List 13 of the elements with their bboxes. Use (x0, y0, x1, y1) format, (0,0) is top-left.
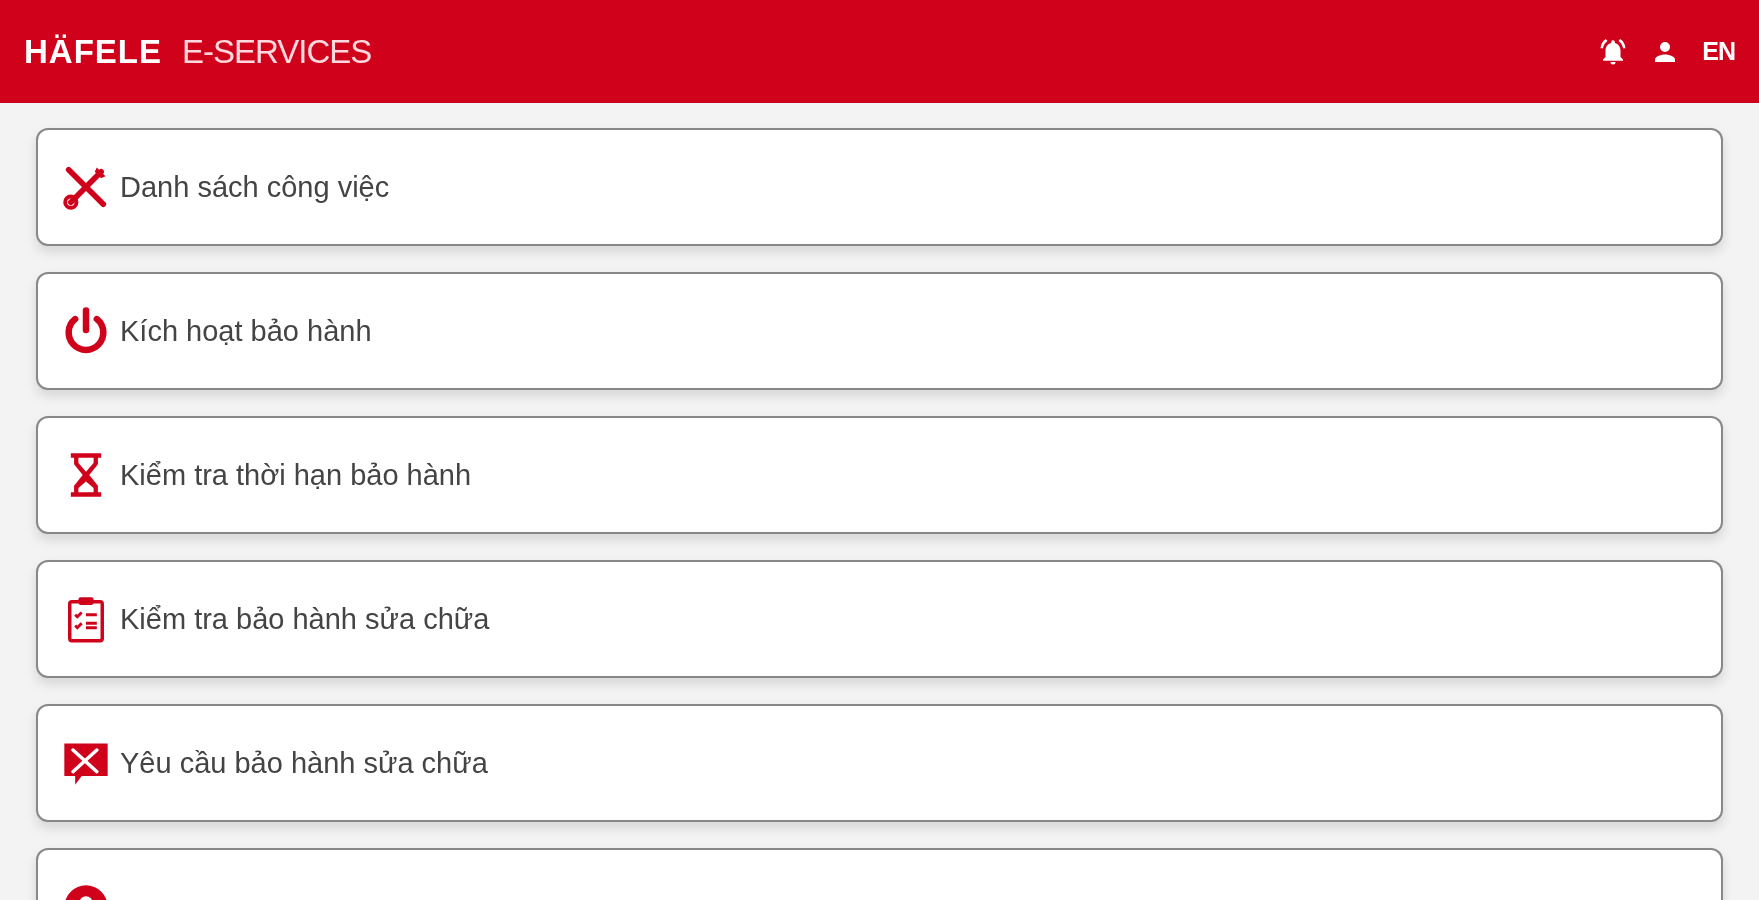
menu-card[interactable]: Danh sách công việc (36, 128, 1723, 246)
menu-card[interactable]: Kiểm tra thời hạn bảo hành (36, 416, 1723, 534)
product-title: E-SERVICES (182, 32, 372, 71)
brand-logo: HÄFELE (24, 32, 162, 71)
menu-label: Yêu cầu bảo hành sửa chữa (120, 746, 488, 780)
menu-label: Kích hoạt bảo hành (120, 314, 372, 348)
menu-card[interactable]: Kích hoạt bảo hành (36, 272, 1723, 390)
language-button[interactable]: EN (1702, 37, 1735, 66)
menu-label: Kiểm tra thời hạn bảo hành (120, 458, 472, 492)
menu-label: Kiểm tra bảo hành sửa chữa (120, 602, 490, 636)
menu-card[interactable]: Yêu cầu bảo hành sửa chữa (36, 704, 1723, 822)
menu-label: Danh sách công việc (120, 170, 390, 204)
menu-card[interactable]: Kiểm tra bảo hành sửa chữa (36, 560, 1723, 678)
